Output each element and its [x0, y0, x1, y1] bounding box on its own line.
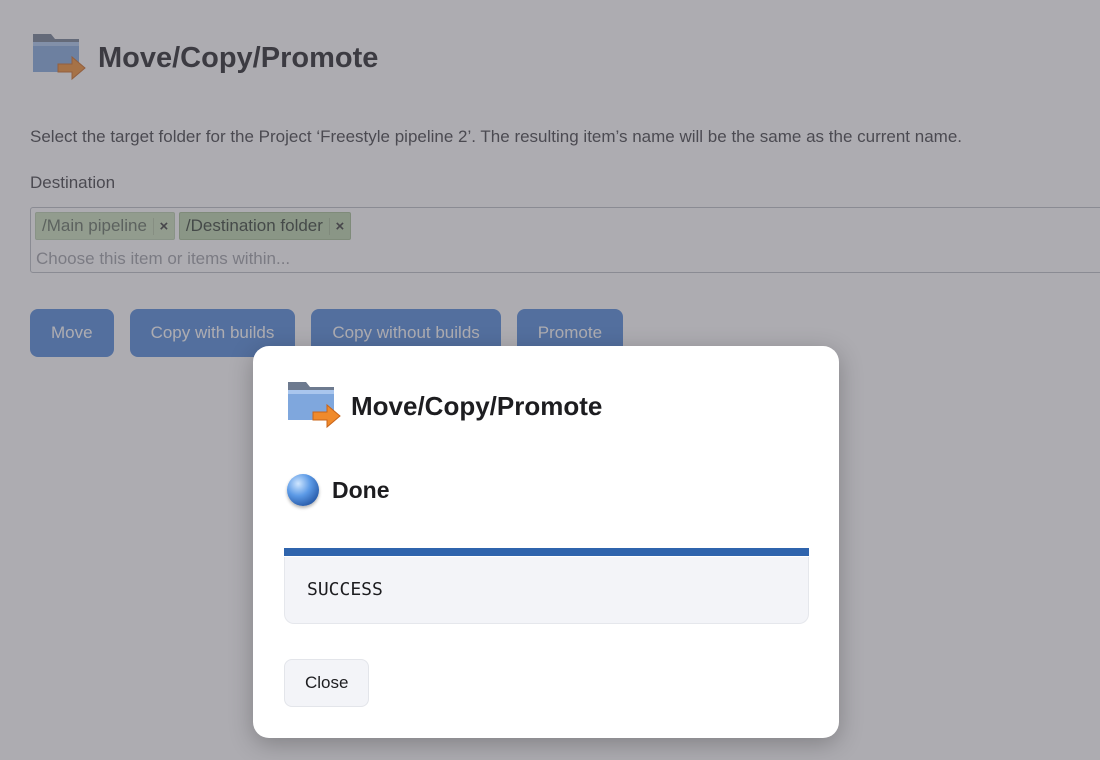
- dialog-header: Move/Copy/Promote: [285, 376, 602, 436]
- console-output: SUCCESS: [284, 557, 809, 624]
- folder-move-icon: [285, 376, 345, 436]
- dialog-title: Move/Copy/Promote: [351, 390, 603, 421]
- progress-bar: [284, 548, 809, 556]
- blue-ball-status-icon: [287, 474, 319, 506]
- result-dialog: Move/Copy/Promote Done SUCCESS Close: [253, 346, 839, 738]
- status-text: Done: [332, 476, 390, 503]
- close-button[interactable]: Close: [284, 659, 370, 707]
- status-row: Done: [287, 474, 390, 506]
- progress-fill: [284, 548, 809, 556]
- console-text: SUCCESS: [307, 579, 383, 600]
